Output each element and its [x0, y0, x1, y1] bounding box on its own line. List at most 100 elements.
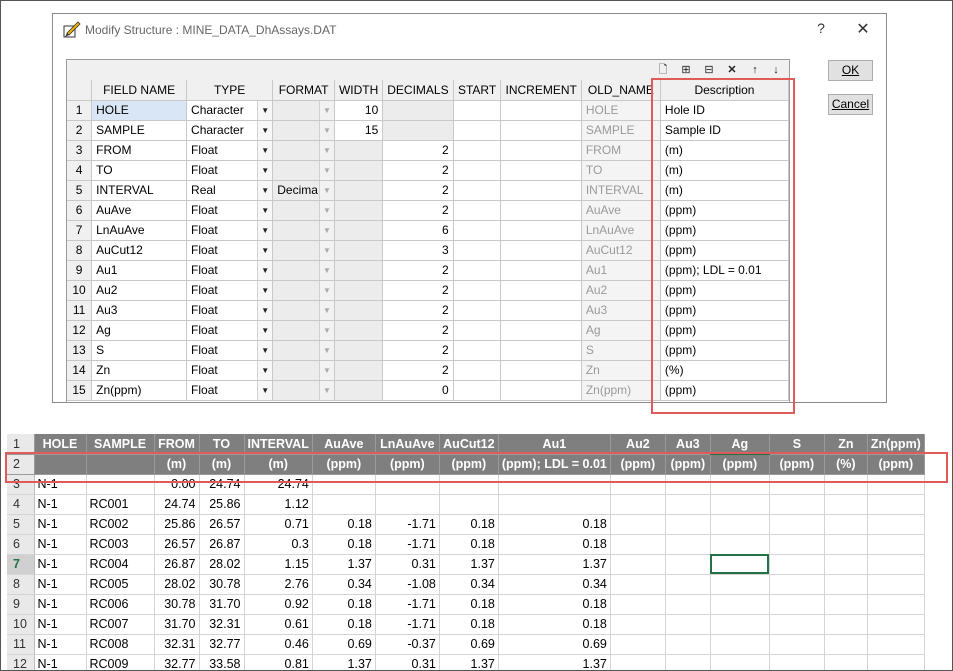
- sheet-cell[interactable]: [498, 494, 611, 515]
- field-name-cell[interactable]: INTERVAL: [91, 180, 188, 201]
- sheet-column-header[interactable]: SAMPLE: [86, 434, 155, 455]
- sheet-cell[interactable]: N-1: [34, 654, 87, 671]
- format-select[interactable]: ▼: [272, 240, 335, 261]
- sheet-cell[interactable]: [610, 614, 666, 635]
- sheet-cell[interactable]: N-1: [34, 594, 87, 615]
- field-row[interactable]: 13 S Float ▼ ▼ 2 S (ppm): [67, 340, 789, 361]
- sheet-cell[interactable]: 0.18: [439, 594, 499, 615]
- sheet-cell[interactable]: [867, 554, 925, 575]
- col-header[interactable]: OLD_NAME: [581, 80, 661, 101]
- sheet-cell[interactable]: 24.74: [199, 474, 245, 495]
- sheet-cell[interactable]: RC003: [86, 534, 155, 555]
- dropdown-arrow-icon[interactable]: ▼: [257, 260, 272, 279]
- sheet-cell[interactable]: 0.31: [375, 654, 440, 671]
- sheet-cell[interactable]: [867, 594, 925, 615]
- sheet-cell[interactable]: 0.3: [244, 534, 313, 555]
- field-name-cell[interactable]: S: [91, 340, 188, 361]
- sheet-cell[interactable]: [665, 614, 711, 635]
- sheet-column-header[interactable]: Zn: [824, 434, 868, 455]
- sheet-cell[interactable]: [439, 474, 499, 495]
- decimals-cell[interactable]: 2: [382, 360, 454, 381]
- type-select[interactable]: Real ▼: [186, 180, 274, 201]
- field-name-cell[interactable]: TO: [91, 160, 188, 181]
- sheet-cell[interactable]: 1.37: [312, 554, 376, 575]
- dropdown-arrow-icon[interactable]: ▼: [257, 280, 272, 299]
- sheet-cell[interactable]: [610, 474, 666, 495]
- width-cell[interactable]: [334, 140, 384, 161]
- row-header[interactable]: 11: [7, 634, 35, 655]
- col-header[interactable]: Description: [660, 80, 789, 101]
- sheet-column-header[interactable]: TO: [199, 434, 245, 455]
- sheet-cell[interactable]: [824, 514, 868, 535]
- increment-cell[interactable]: [500, 140, 582, 161]
- sheet-cell[interactable]: [610, 574, 666, 595]
- sheet-unit-cell[interactable]: (%): [824, 454, 868, 475]
- dropdown-arrow-icon[interactable]: ▼: [318, 160, 334, 179]
- move-up-icon[interactable]: ↑: [747, 62, 763, 78]
- start-cell[interactable]: [453, 100, 502, 121]
- sheet-cell[interactable]: [710, 654, 770, 671]
- sheet-cell[interactable]: 30.78: [154, 594, 200, 615]
- increment-cell[interactable]: [500, 320, 582, 341]
- width-cell[interactable]: [334, 320, 384, 341]
- sheet-cell[interactable]: RC007: [86, 614, 155, 635]
- sheet-column-header[interactable]: INTERVAL: [244, 434, 313, 455]
- description-cell[interactable]: Hole ID: [660, 100, 789, 121]
- field-name-cell[interactable]: SAMPLE: [91, 120, 188, 141]
- sheet-unit-cell[interactable]: (ppm): [867, 454, 925, 475]
- sheet-cell[interactable]: 0.18: [312, 534, 376, 555]
- sheet-cell[interactable]: [867, 614, 925, 635]
- format-select[interactable]: ▼: [272, 280, 335, 301]
- start-cell[interactable]: [453, 200, 502, 221]
- dropdown-arrow-icon[interactable]: ▼: [318, 380, 334, 399]
- increment-cell[interactable]: [500, 380, 582, 401]
- col-header[interactable]: WIDTH: [334, 80, 384, 101]
- sheet-cell[interactable]: 0.31: [375, 554, 440, 575]
- sheet-cell[interactable]: [710, 614, 770, 635]
- field-name-cell[interactable]: FROM: [91, 140, 188, 161]
- sheet-cell[interactable]: RC002: [86, 514, 155, 535]
- sheet-cell[interactable]: 1.37: [498, 654, 611, 671]
- sheet-unit-cell[interactable]: (m): [244, 454, 313, 475]
- sheet-cell[interactable]: 0.18: [498, 514, 611, 535]
- field-row[interactable]: 7 LnAuAve Float ▼ ▼ 6 LnAuAve (ppm): [67, 220, 789, 241]
- sheet-cell[interactable]: [867, 494, 925, 515]
- start-cell[interactable]: [453, 220, 502, 241]
- sheet-cell[interactable]: [375, 494, 440, 515]
- field-name-cell[interactable]: Au2: [91, 280, 188, 301]
- sheet-cell[interactable]: [610, 594, 666, 615]
- width-cell[interactable]: [334, 160, 384, 181]
- type-select[interactable]: Character ▼: [186, 120, 274, 141]
- type-select[interactable]: Float ▼: [186, 280, 274, 301]
- sheet-cell[interactable]: N-1: [34, 514, 87, 535]
- sheet-cell[interactable]: [710, 474, 770, 495]
- sheet-unit-cell[interactable]: [86, 454, 155, 475]
- decimals-cell[interactable]: 2: [382, 300, 454, 321]
- field-name-cell[interactable]: AuAve: [91, 200, 188, 221]
- field-name-cell[interactable]: Au3: [91, 300, 188, 321]
- start-cell[interactable]: [453, 360, 502, 381]
- increment-cell[interactable]: [500, 280, 582, 301]
- sheet-cell[interactable]: 0.34: [312, 574, 376, 595]
- sheet-cell[interactable]: 0.71: [244, 514, 313, 535]
- sheet-cell[interactable]: 24.74: [244, 474, 313, 495]
- sheet-cell[interactable]: 26.87: [199, 534, 245, 555]
- format-select[interactable]: ▼: [272, 220, 335, 241]
- increment-cell[interactable]: [500, 300, 582, 321]
- sheet-cell[interactable]: -1.71: [375, 614, 440, 635]
- dropdown-arrow-icon[interactable]: ▼: [257, 320, 272, 339]
- sheet-cell[interactable]: [312, 474, 376, 495]
- cancel-button[interactable]: Cancel: [828, 94, 873, 115]
- decimals-cell[interactable]: [382, 100, 454, 121]
- field-row[interactable]: 14 Zn Float ▼ ▼ 2 Zn (%): [67, 360, 789, 381]
- sheet-cell[interactable]: [665, 654, 711, 671]
- sheet-cell[interactable]: [867, 534, 925, 555]
- format-select[interactable]: ▼: [272, 160, 335, 181]
- dropdown-arrow-icon[interactable]: ▼: [257, 120, 272, 139]
- sheet-cell[interactable]: 31.70: [199, 594, 245, 615]
- field-name-cell[interactable]: AuCut12: [91, 240, 188, 261]
- sheet-cell[interactable]: [710, 574, 770, 595]
- dropdown-arrow-icon[interactable]: ▼: [318, 220, 334, 239]
- sheet-cell[interactable]: 0.46: [244, 634, 313, 655]
- sheet-cell[interactable]: [769, 654, 825, 671]
